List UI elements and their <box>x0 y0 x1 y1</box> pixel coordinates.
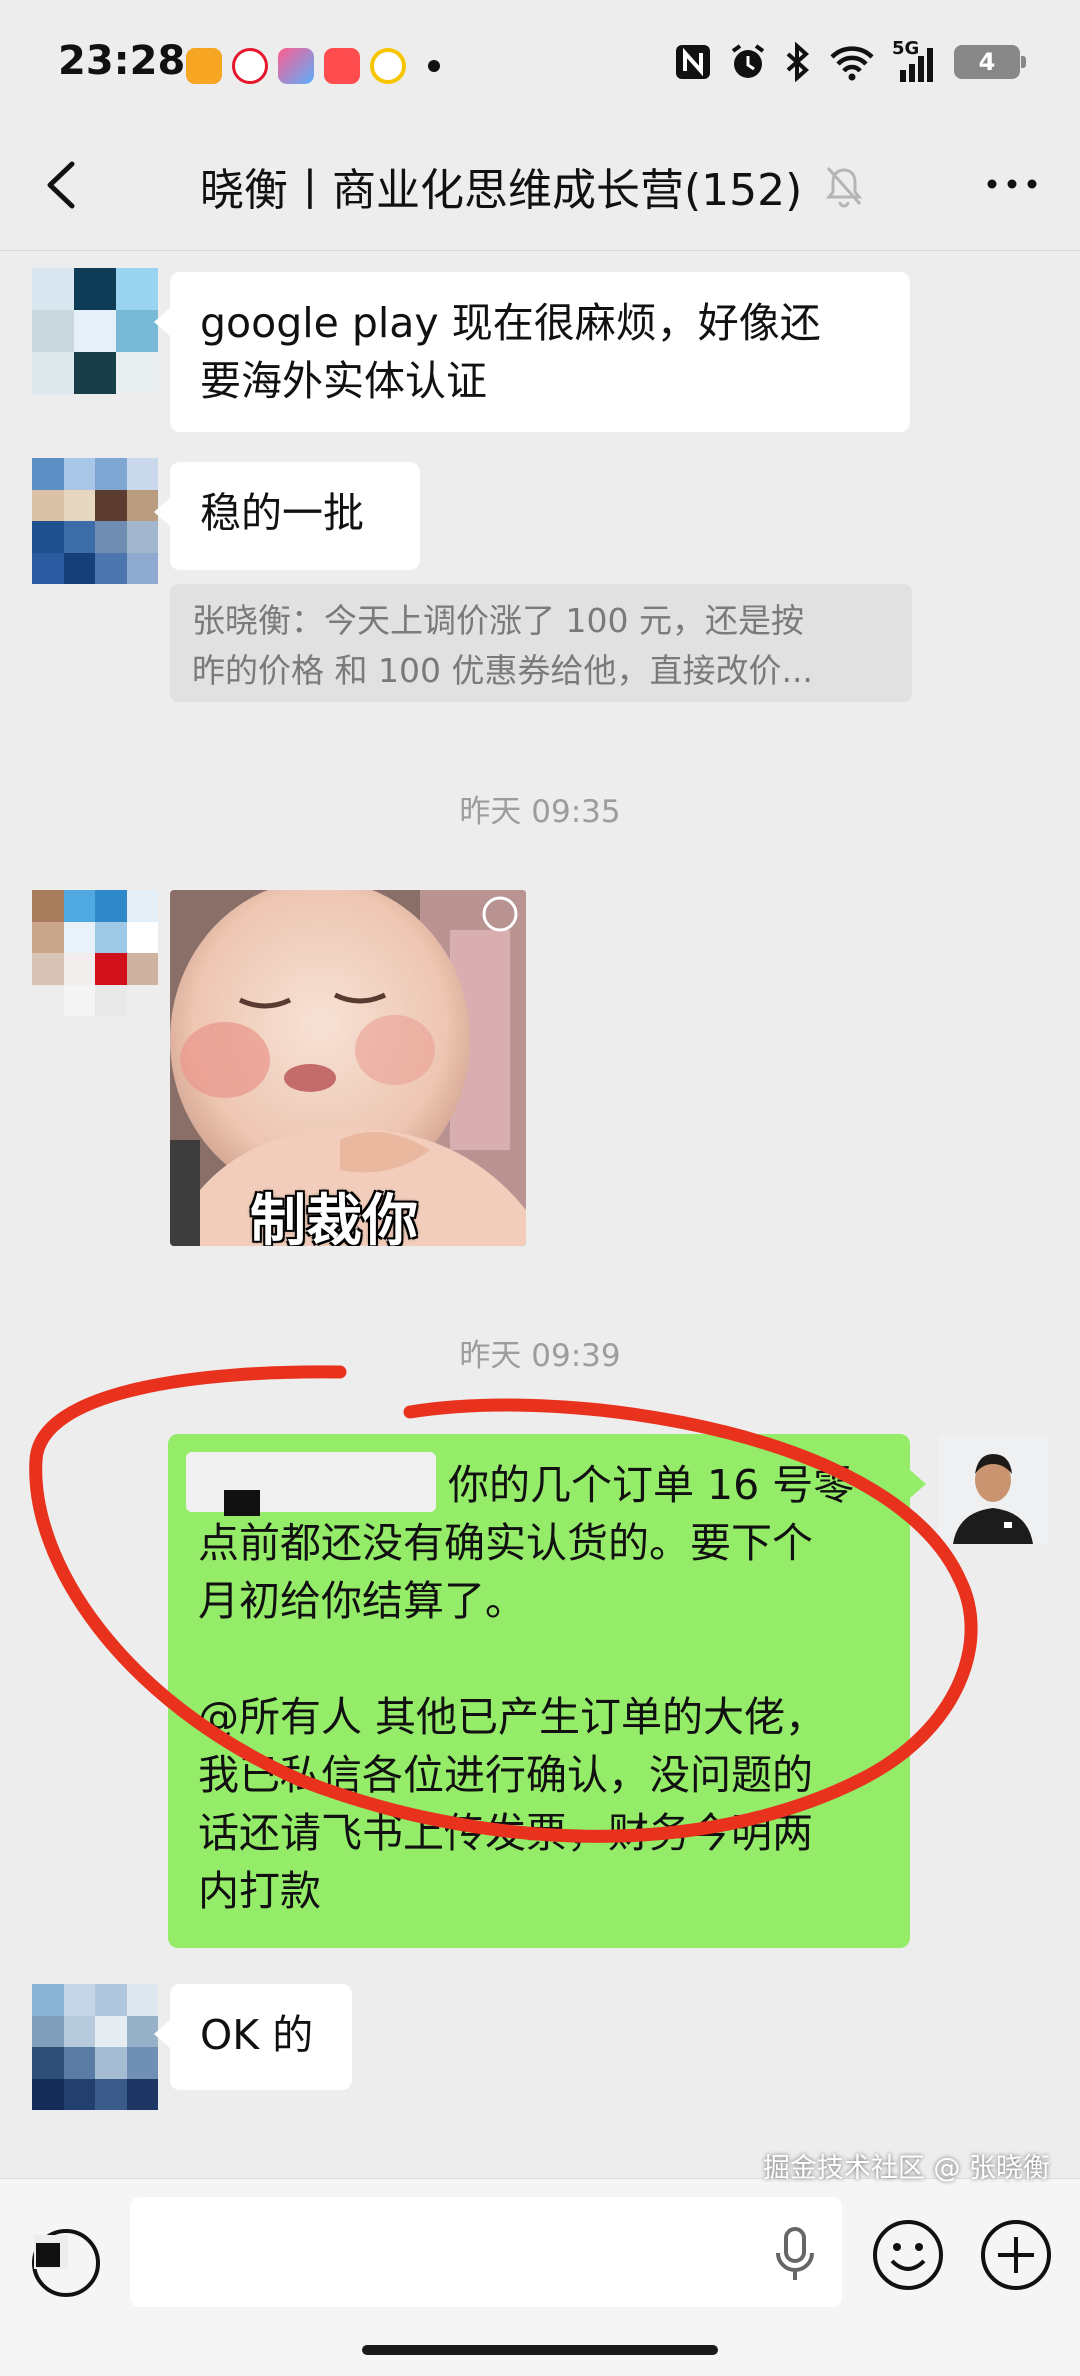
avatar[interactable] <box>32 1984 158 2110</box>
weibo-icon <box>232 48 268 84</box>
chat-header: 晓衡丨商业化思维成长营(152) <box>0 120 1080 251</box>
emoji-icon[interactable] <box>870 2217 946 2293</box>
system-icons: 5G 4 <box>674 38 1026 82</box>
microphone-icon[interactable] <box>770 2225 820 2285</box>
more-icon[interactable] <box>982 164 1042 204</box>
alarm-icon <box>731 44 765 78</box>
notification-icons <box>186 48 440 84</box>
timestamp: 昨天 09:39 <box>459 1338 621 1374</box>
wifi-icon <box>830 46 874 81</box>
voice-mode-icon[interactable] <box>28 2225 104 2301</box>
message-text: 话还请飞书上传发票，财务今明两 <box>198 1809 813 1857</box>
message-text: 我已私信各位进行确认，没问题的 <box>198 1751 813 1799</box>
avatar[interactable] <box>32 268 158 394</box>
quote-text: 昨的价格 和 100 优惠券给他，直接改价... <box>192 651 813 690</box>
bluetooth-icon <box>786 42 810 82</box>
redacted-mention-mark <box>224 1490 260 1516</box>
timestamp: 昨天 09:35 <box>459 794 621 830</box>
app-icon-1 <box>186 48 222 84</box>
app-icon-3 <box>278 48 314 84</box>
watermark: 掘金技术社区 @ 张晓衡 <box>762 2153 1050 2184</box>
battery-icon: 4 <box>954 45 1026 79</box>
avatar-self[interactable] <box>938 1434 1048 1544</box>
avatar[interactable] <box>32 890 158 1016</box>
app-icon-4 <box>324 48 360 84</box>
status-bar: 23:28 5G 4 <box>0 0 1080 120</box>
quoted-message[interactable]: 张晓衡：今天上调价涨了 100 元，还是按 昨的价格 和 100 优惠券给他，直… <box>170 584 912 702</box>
message-text: 稳的一批 <box>200 489 364 537</box>
chevron-left-icon[interactable] <box>38 158 88 212</box>
home-indicator[interactable] <box>362 2345 718 2355</box>
message-text: 月初给你结算了。 <box>198 1577 526 1625</box>
network-label: 5G <box>892 38 920 59</box>
bell-off-icon <box>826 167 863 208</box>
message-text: 内打款 <box>198 1867 321 1915</box>
nfc-icon <box>676 45 710 79</box>
person-photo <box>938 1434 1048 1544</box>
chat-title-group[interactable]: 晓衡丨商业化思维成长营(152) <box>200 154 864 218</box>
app-icon-5 <box>370 48 406 84</box>
message-text: 点前都还没有确实认货的。要下个 <box>198 1519 813 1567</box>
signal-icon: 5G <box>892 38 938 82</box>
message-bubble[interactable]: 稳的一批 <box>154 462 420 570</box>
status-time: 23:28 <box>58 38 186 84</box>
input-bar <box>0 2178 1080 2376</box>
message-bubble[interactable]: OK 的 <box>154 1984 352 2090</box>
message-text: OK 的 <box>200 2011 314 2059</box>
message-text: google play 现在很麻烦，好像还 <box>200 299 821 347</box>
message-input[interactable] <box>130 2197 842 2307</box>
more-notifications-icon <box>428 60 440 72</box>
quote-text: 张晓衡：今天上调价涨了 100 元，还是按 <box>192 601 804 640</box>
plus-icon[interactable] <box>978 2217 1054 2293</box>
sticker-image[interactable]: 制裁你 <box>170 890 526 1246</box>
sticker-caption: 制裁你 <box>250 1189 418 1246</box>
message-text: 要海外实体认证 <box>200 357 487 405</box>
message-text: @所有人 其他已产生订单的大佬， <box>198 1693 827 1741</box>
message-bubble[interactable]: google play 现在很麻烦，好像还 要海外实体认证 <box>154 272 910 432</box>
avatar[interactable] <box>32 458 158 584</box>
chat-title: 晓衡丨商业化思维成长营(152) <box>200 165 803 216</box>
